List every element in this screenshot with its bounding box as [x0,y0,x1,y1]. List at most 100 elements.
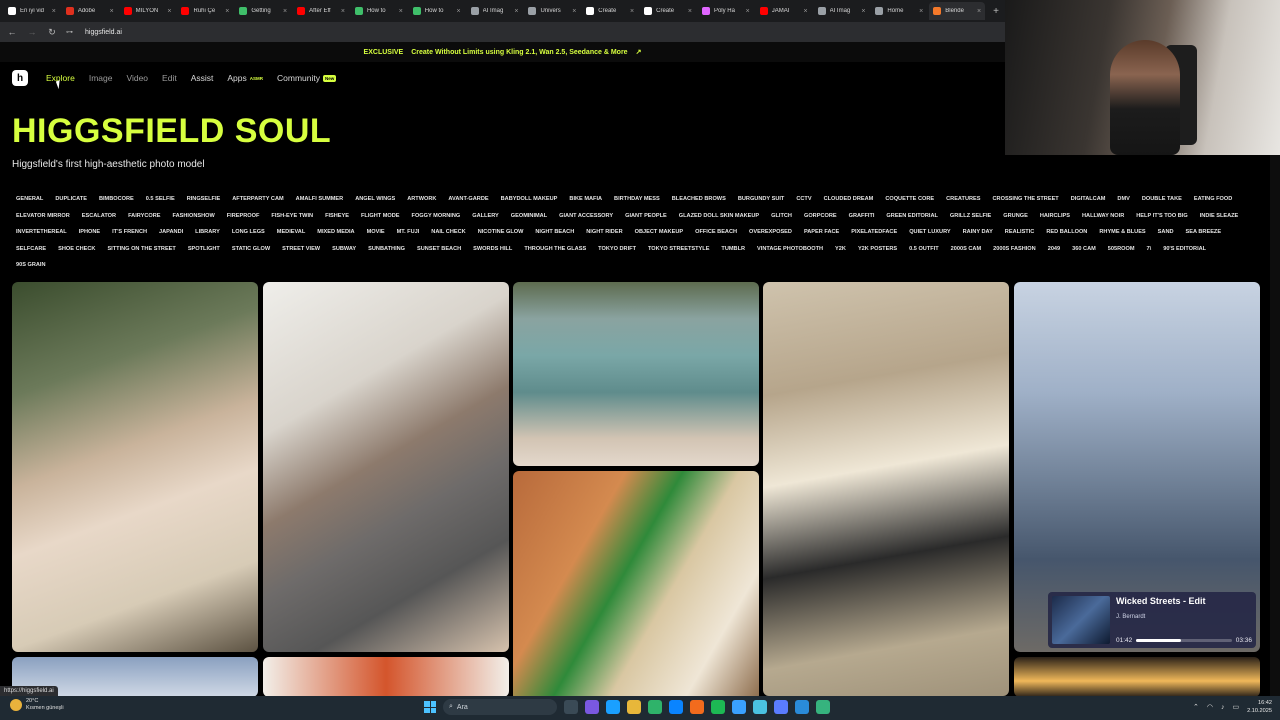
promo-message[interactable]: Create Without Limits using Kling 2.1, W… [411,49,627,56]
tab-close-icon[interactable]: × [572,8,576,15]
forward-icon[interactable]: → [26,27,38,37]
taskbar-app-icon[interactable] [648,700,662,714]
nav-video[interactable]: Video [126,73,148,83]
style-chip[interactable]: FISHEYE [321,208,353,223]
style-chip[interactable]: GIANT PEOPLE [621,208,671,223]
style-chip[interactable]: PAPER FACE [799,225,844,240]
browser-tab[interactable]: AI Imag × [814,2,870,20]
style-chip[interactable]: 505ROOM [1103,241,1139,256]
style-chip[interactable]: SWORDS HILL [469,241,517,256]
browser-tab[interactable]: Blende × [929,2,986,20]
music-player-overlay[interactable]: Wicked Streets - Edit J. Bernardt 01:42 … [1048,592,1256,648]
back-icon[interactable]: ← [6,27,18,37]
tab-close-icon[interactable]: × [688,8,692,15]
style-chip[interactable]: GRUNGE [999,208,1032,223]
style-chip[interactable]: OVEREXPOSED [745,225,796,240]
browser-tab[interactable]: Getting × [235,2,291,20]
browser-tab[interactable]: Create × [640,2,696,20]
style-chip[interactable]: ARTWORK [403,192,441,207]
style-chip[interactable]: 2000S CAM [946,241,986,256]
style-chip[interactable]: NIGHT BEACH [531,225,579,240]
style-chip[interactable]: BABYDOLL MAKEUP [496,192,562,207]
style-chip[interactable]: SAND [1153,225,1178,240]
style-chip[interactable]: 7\ [1142,241,1156,256]
style-chip[interactable]: BLEACHED BROWS [667,192,730,207]
tab-close-icon[interactable]: × [977,8,981,15]
style-chip[interactable]: DUPLICATE [51,192,91,207]
tab-close-icon[interactable]: × [283,8,287,15]
gallery-image-woman-hat-coffee[interactable] [513,471,759,696]
taskbar-app-icon[interactable] [795,700,809,714]
style-chip[interactable]: CROSSING THE STREET [988,192,1063,207]
scrollbar[interactable] [1270,155,1280,696]
style-chip[interactable]: DIGITALCAM [1066,192,1110,207]
style-chip[interactable]: MIXED MEDIA [313,225,359,240]
tab-close-icon[interactable]: × [514,8,518,15]
progress-bar[interactable] [1136,639,1232,642]
style-chip[interactable]: SUNBATHING [364,241,410,256]
taskbar-app-icon[interactable] [732,700,746,714]
browser-tab[interactable]: MİLYON × [120,2,176,20]
style-chip[interactable]: RED BALLOON [1042,225,1092,240]
taskbar-app-icon[interactable] [627,700,641,714]
style-chip[interactable]: GORPCORE [799,208,841,223]
browser-tab[interactable]: After Eff × [293,2,349,20]
taskbar-app-icon[interactable] [711,700,725,714]
style-chip[interactable]: BIKE MAFIA [565,192,607,207]
style-chip[interactable]: FLIGHT MODE [357,208,404,223]
url-field[interactable]: higgsfield.ai [85,29,122,36]
style-chip[interactable]: MEDIEVAL [272,225,310,240]
tab-close-icon[interactable]: × [341,8,345,15]
browser-tab[interactable]: Adobe × [62,2,118,20]
style-chip[interactable]: DOUBLE TAKE [1137,192,1186,207]
style-chip[interactable]: AMALFI SUMMER [291,192,348,207]
volume-icon[interactable]: ♪ [1221,704,1225,711]
browser-tab[interactable]: How to × [351,2,407,20]
browser-tab[interactable]: AI Imag × [467,2,523,20]
browser-tab[interactable]: Poly Ha × [698,2,754,20]
style-chip[interactable]: SPOTLIGHT [183,241,224,256]
promo-banner[interactable]: EXCLUSIVE Create Without Limits using Kl… [0,42,1005,62]
style-chip[interactable]: SUBWAY [328,241,361,256]
taskbar-app-icon[interactable] [564,700,578,714]
style-chip[interactable]: GRAFFITI [844,208,879,223]
windows-start-icon[interactable] [424,701,436,713]
style-chip[interactable]: TOKYO DRIFT [594,241,640,256]
style-chip[interactable]: JAPANDI [155,225,188,240]
nav-apps[interactable]: Apps ASMR [227,73,263,83]
style-chip[interactable]: 90'S EDITORIAL [1159,241,1211,256]
style-chip[interactable]: OFFICE BEACH [691,225,742,240]
style-chip[interactable]: ELEVATOR MIRROR [12,208,74,223]
new-tab-button[interactable]: + [987,6,1005,17]
style-chip[interactable]: GRILLZ SELFIE [945,208,996,223]
nav-edit[interactable]: Edit [162,73,177,83]
tab-close-icon[interactable]: × [225,8,229,15]
style-chip[interactable]: AFTERPARTY CAM [228,192,288,207]
style-chip[interactable]: FIREPROOF [222,208,264,223]
taskbar-app-icon[interactable] [585,700,599,714]
style-chip[interactable]: VINTAGE PHOTOBOOTH [753,241,828,256]
style-chip[interactable]: GENERAL [12,192,48,207]
style-chip[interactable]: INVERTETHEREAL [12,225,71,240]
style-chip[interactable]: HAIRCLIPS [1035,208,1074,223]
style-chip[interactable]: BURGUNDY SUIT [733,192,789,207]
style-chip[interactable]: ANGEL WINGS [351,192,400,207]
style-chip[interactable]: SUNSET BEACH [413,241,466,256]
style-chip[interactable]: SHOE CHECK [54,241,100,256]
gallery-image-partial-2[interactable] [263,657,509,696]
style-chip[interactable]: SITTING ON THE STREET [103,241,180,256]
gallery-image-woman-headphones[interactable] [763,282,1009,696]
browser-tab[interactable]: En iyi vid × [4,2,60,20]
browser-tab[interactable]: Univers × [524,2,580,20]
style-chip[interactable]: STATIC GLOW [227,241,275,256]
style-chip[interactable]: CLOUDED DREAM [819,192,878,207]
style-chip[interactable]: RINGSELFIE [182,192,225,207]
taskbar-app-icon[interactable] [774,700,788,714]
style-chip[interactable]: GEOMINIMAL [506,208,552,223]
tab-close-icon[interactable]: × [804,8,808,15]
style-chip[interactable]: CCTV [792,192,816,207]
style-chip[interactable]: MOVIE [362,225,389,240]
style-chip[interactable]: 0.5 OUTFIT [905,241,943,256]
style-chip[interactable]: 2000S FASHION [989,241,1040,256]
style-chip[interactable]: COQUETTE CORE [881,192,939,207]
